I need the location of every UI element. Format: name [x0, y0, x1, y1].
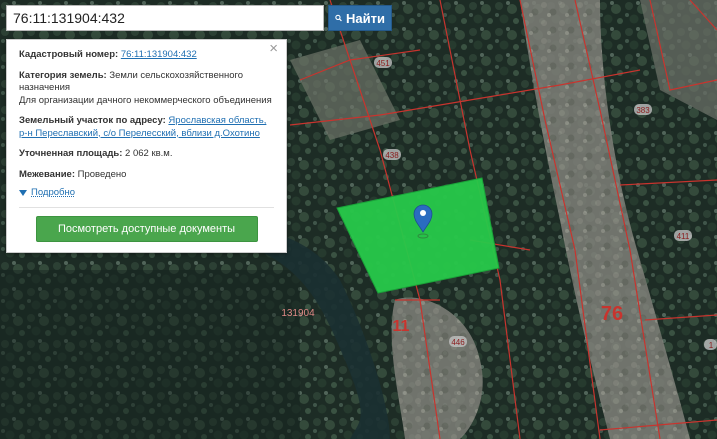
parcel-label-383: 383	[634, 104, 652, 115]
parcel-label-1: 1	[704, 339, 717, 350]
address-row: Земельный участок по адресу: Ярославская…	[19, 115, 274, 140]
parcel-label-446: 446	[449, 336, 467, 347]
block-number-label: 131904	[281, 308, 315, 319]
details-toggle[interactable]: Подробно	[19, 187, 274, 200]
cadastral-number-link[interactable]: 76:11:131904:432	[121, 49, 197, 60]
area-value: 2 062 кв.м.	[125, 148, 173, 159]
cadastral-number-row: Кадастровый номер: 76:11:131904:432	[19, 49, 274, 62]
region-number-label: 76	[601, 303, 623, 325]
close-icon[interactable]: ×	[269, 41, 278, 55]
divider	[19, 206, 274, 208]
area-label: Уточненная площадь:	[19, 148, 123, 159]
triangle-down-icon	[19, 190, 27, 197]
search-icon	[335, 14, 342, 22]
land-purpose-value: Для организации дачного некоммерческого …	[19, 94, 272, 106]
svg-text:446: 446	[451, 338, 465, 347]
search-button-label: Найти	[346, 10, 385, 26]
dark-forest-area	[0, 270, 300, 439]
survey-row: Межевание: Проведено	[19, 169, 274, 182]
district-number-label: 11	[393, 318, 410, 335]
parcel-label-438: 438	[383, 149, 401, 160]
cadastral-search-input[interactable]	[6, 5, 324, 31]
svg-text:438: 438	[385, 151, 399, 160]
parcel-label-451: 451	[374, 57, 392, 68]
area-row: Уточненная площадь: 2 062 кв.м.	[19, 148, 274, 161]
view-documents-button[interactable]: Посмотреть доступные документы	[35, 215, 258, 242]
details-link[interactable]: Подробно	[31, 187, 75, 200]
land-category-label: Категория земель:	[19, 69, 107, 81]
survey-label: Межевание:	[19, 168, 75, 180]
svg-text:383: 383	[636, 106, 650, 115]
survey-value: Проведено	[77, 168, 127, 180]
svg-text:451: 451	[376, 59, 390, 68]
svg-text:1: 1	[709, 341, 714, 350]
cadastral-number-label: Кадастровый номер:	[19, 49, 119, 60]
svg-text:411: 411	[677, 232, 690, 241]
parcel-info-panel: × Кадастровый номер: 76:11:131904:432 Ка…	[6, 39, 287, 253]
parcel-label-411: 411	[674, 230, 692, 241]
search-button[interactable]: Найти	[328, 5, 392, 31]
address-label: Земельный участок по адресу:	[19, 115, 166, 126]
land-category-row: Категория земель: Земли сельскохозяйстве…	[19, 70, 274, 108]
